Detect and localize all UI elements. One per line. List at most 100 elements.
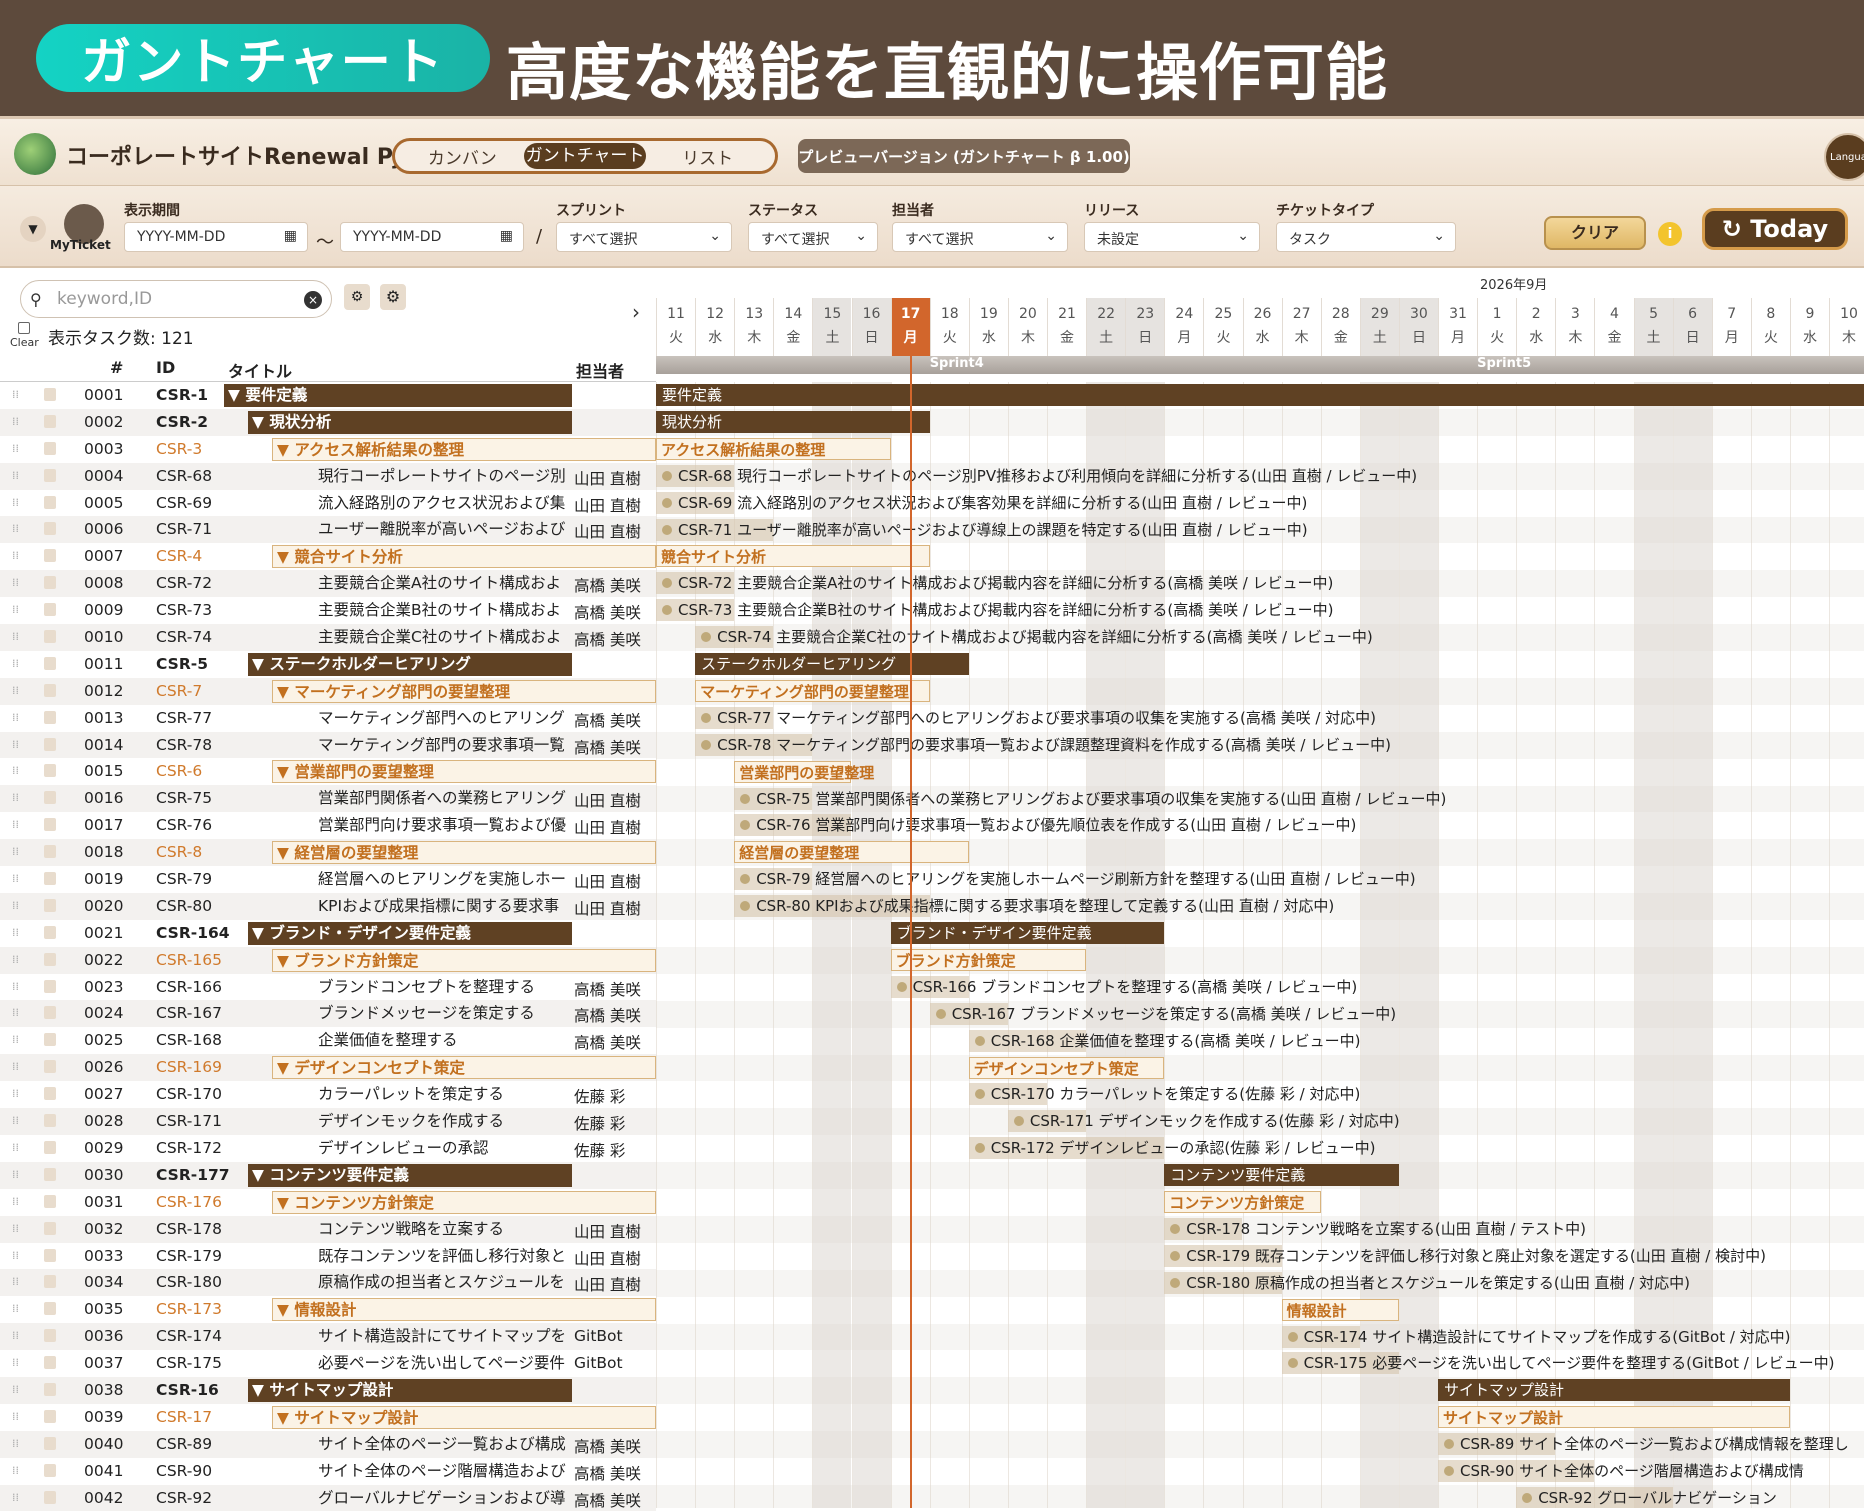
row-checkbox[interactable]	[44, 872, 56, 886]
day-cell[interactable]: 19 水	[968, 298, 1008, 356]
drag-handle-icon[interactable]: ⁞⁞	[12, 603, 19, 616]
task-title[interactable]: 企業価値を整理する	[318, 1029, 572, 1052]
day-cell[interactable]: 11 火	[656, 298, 695, 356]
row-checkbox[interactable]	[44, 1248, 56, 1262]
row-checkbox[interactable]	[44, 845, 56, 859]
table-row[interactable]: ⁞⁞ 0028 CSR-171 デザインモックを作成する 佐藤 彩	[0, 1108, 656, 1135]
ticket-id[interactable]: CSR-69	[156, 494, 212, 512]
gantt-bar[interactable]: CSR-167 ブランドメッセージを策定する(高橋 美咲 / レビュー中)	[929, 1002, 1396, 1025]
day-cell[interactable]: 30 日	[1398, 298, 1438, 356]
drag-handle-icon[interactable]: ⁞⁞	[12, 791, 19, 804]
gantt-bar[interactable]: CSR-180 原稿作成の担当者とスケジュールを策定する(山田 直樹 / 対応中…	[1164, 1271, 1690, 1294]
gantt-bar[interactable]: コンテンツ方針策定	[1164, 1191, 1321, 1213]
task-title[interactable]: ▼ アクセス解析結果の整理	[272, 437, 656, 461]
task-title[interactable]: グローバルナビゲーションおよび導	[318, 1487, 572, 1510]
row-checkbox[interactable]	[44, 1033, 56, 1047]
table-row[interactable]: ⁞⁞ 0013 CSR-77 マーケティング部門へのヒアリング 高橋 美咲	[0, 705, 656, 732]
table-row[interactable]: ⁞⁞ 0038 CSR-16 ▼ サイトマップ設計	[0, 1376, 656, 1404]
collapse-panel-icon[interactable]: ›	[632, 300, 640, 324]
table-row[interactable]: ⁞⁞ 0024 CSR-167 ブランドメッセージを策定する 高橋 美咲	[0, 1000, 656, 1028]
gantt-bar[interactable]: CSR-73 主要競合企業B社のサイト構成および掲載内容を詳細に分析する(高橋 …	[656, 599, 1333, 622]
row-checkbox[interactable]	[44, 656, 56, 670]
table-row[interactable]: ⁞⁞ 0023 CSR-166 ブランドコンセプトを整理する 高橋 美咲	[0, 974, 656, 1001]
row-checkbox[interactable]	[44, 441, 56, 455]
row-checkbox[interactable]	[44, 414, 56, 428]
drag-handle-icon[interactable]: ⁞⁞	[12, 1249, 19, 1262]
task-title[interactable]: ユーザー離脱率が高いページおよび	[318, 518, 572, 541]
gantt-bar[interactable]: マーケティング部門の要望整理	[695, 679, 930, 702]
day-cell[interactable]: 14 金	[773, 298, 812, 356]
drag-handle-icon[interactable]: ⁞⁞	[12, 549, 19, 562]
gantt-bar[interactable]: CSR-92 グローバルナビゲーション	[1516, 1486, 1777, 1508]
drag-handle-icon[interactable]: ⁞⁞	[12, 684, 19, 697]
table-row[interactable]: ⁞⁞ 0029 CSR-172 デザインレビューの承認 佐藤 彩	[0, 1135, 656, 1162]
gantt-bar[interactable]: CSR-79 経営層へのヒアリングを実施しホームページ刷新方針を整理する(山田 …	[734, 868, 1416, 891]
table-row[interactable]: ⁞⁞ 0034 CSR-180 原稿作成の担当者とスケジュールを 山田 直樹	[0, 1269, 656, 1297]
row-checkbox[interactable]	[44, 1114, 56, 1128]
table-row[interactable]: ⁞⁞ 0036 CSR-174 サイト構造設計にてサイトマップを GitBot	[0, 1323, 656, 1351]
ticket-id[interactable]: CSR-79	[156, 870, 212, 888]
table-row[interactable]: ⁞⁞ 0017 CSR-76 営業部門向け要求事項一覧および優 山田 直樹	[0, 812, 656, 839]
task-title[interactable]: KPIおよび成果指標に関する要求事	[318, 895, 572, 918]
drag-handle-icon[interactable]: ⁞⁞	[12, 1006, 19, 1019]
ticket-type-select[interactable]: タスク ⌄	[1276, 222, 1456, 252]
row-checkbox[interactable]	[44, 791, 56, 805]
table-row[interactable]: ⁞⁞ 0016 CSR-75 営業部門関係者への業務ヒアリング 山田 直樹	[0, 785, 656, 813]
task-title[interactable]: ▼ ブランド方針策定	[272, 948, 656, 972]
drag-handle-icon[interactable]: ⁞⁞	[12, 980, 19, 993]
gantt-bar[interactable]: 要件定義	[656, 384, 1864, 406]
tab-list[interactable]: リスト	[646, 144, 769, 169]
day-cell[interactable]: 28 金	[1320, 298, 1360, 356]
row-checkbox[interactable]	[44, 683, 56, 697]
ticket-id[interactable]: CSR-167	[156, 1004, 222, 1022]
drag-handle-icon[interactable]: ⁞⁞	[12, 764, 19, 777]
day-cell[interactable]: 23 日	[1125, 298, 1165, 356]
row-checkbox[interactable]	[44, 603, 56, 617]
task-title[interactable]: 現行コーポレートサイトのページ別	[318, 465, 572, 488]
table-row[interactable]: ⁞⁞ 0015 CSR-6 ▼ 営業部門の要望整理	[0, 758, 656, 785]
day-cell[interactable]: 6日	[1672, 298, 1712, 356]
gantt-bar[interactable]: ブランド・デザイン要件定義	[890, 922, 1165, 944]
gear-icon[interactable]: ⚙	[380, 284, 406, 310]
gantt-bar[interactable]: デザインコンセプト策定	[968, 1056, 1165, 1079]
table-row[interactable]: ⁞⁞ 0037 CSR-175 必要ページを洗い出してページ要件 GitBot	[0, 1350, 656, 1377]
task-title[interactable]: ▼ サイトマップ設計	[248, 1378, 572, 1402]
ticket-id[interactable]: CSR-72	[156, 574, 212, 592]
day-cell[interactable]: 24 月	[1164, 298, 1203, 356]
day-cell[interactable]: 8火	[1750, 298, 1790, 356]
task-title[interactable]: 流入経路別のアクセス状況および集	[318, 492, 572, 515]
drag-handle-icon[interactable]: ⁞⁞	[12, 1410, 19, 1423]
day-cell[interactable]: 13 木	[734, 298, 773, 356]
row-checkbox[interactable]	[44, 1194, 56, 1208]
ticket-id[interactable]: CSR-174	[156, 1327, 222, 1345]
ticket-id[interactable]: CSR-5	[156, 655, 208, 673]
day-cell[interactable]: 12 水	[695, 298, 734, 356]
clear-button[interactable]: クリア	[1544, 216, 1646, 250]
drag-handle-icon[interactable]: ⁞⁞	[12, 899, 19, 912]
task-title[interactable]: 経営層へのヒアリングを実施しホー	[318, 868, 572, 891]
day-cell[interactable]: 10 木	[1829, 298, 1864, 356]
table-row[interactable]: ⁞⁞ 0033 CSR-179 既存コンテンツを評価し移行対象と 山田 直樹	[0, 1243, 656, 1270]
release-select[interactable]: 未設定 ⌄	[1084, 222, 1260, 252]
task-title[interactable]: デザインモックを作成する	[318, 1110, 572, 1133]
drag-handle-icon[interactable]: ⁞⁞	[12, 926, 19, 939]
ticket-id[interactable]: CSR-165	[156, 951, 222, 969]
table-row[interactable]: ⁞⁞ 0021 CSR-164 ▼ ブランド・デザイン要件定義	[0, 920, 656, 947]
ticket-id[interactable]: CSR-166	[156, 978, 222, 996]
ticket-id[interactable]: CSR-1	[156, 386, 208, 404]
task-title[interactable]: コンテンツ戦略を立案する	[318, 1218, 572, 1241]
table-row[interactable]: ⁞⁞ 0009 CSR-73 主要競合企業B社のサイト構成およ 高橋 美咲	[0, 597, 656, 624]
row-checkbox[interactable]	[44, 1463, 56, 1477]
table-row[interactable]: ⁞⁞ 0030 CSR-177 ▼ コンテンツ要件定義	[0, 1161, 656, 1189]
row-checkbox[interactable]	[44, 1329, 56, 1343]
gantt-bar[interactable]: CSR-172 デザインレビューの承認(佐藤 彩 / レビュー中)	[968, 1137, 1375, 1160]
table-row[interactable]: ⁞⁞ 0040 CSR-89 サイト全体のページ一覧および構成 高橋 美咲	[0, 1430, 656, 1458]
table-row[interactable]: ⁞⁞ 0007 CSR-4 ▼ 競合サイト分析	[0, 543, 656, 570]
gantt-bar[interactable]: ブランド方針策定	[890, 948, 1087, 971]
row-checkbox[interactable]	[44, 388, 56, 401]
day-cell[interactable]: 16 日	[851, 298, 891, 356]
task-title[interactable]: ▼ 競合サイト分析	[272, 545, 656, 569]
drag-handle-icon[interactable]: ⁞⁞	[12, 1087, 19, 1100]
task-title[interactable]: ▼ マーケティング部門の要望整理	[272, 679, 656, 703]
row-checkbox[interactable]	[44, 495, 56, 509]
